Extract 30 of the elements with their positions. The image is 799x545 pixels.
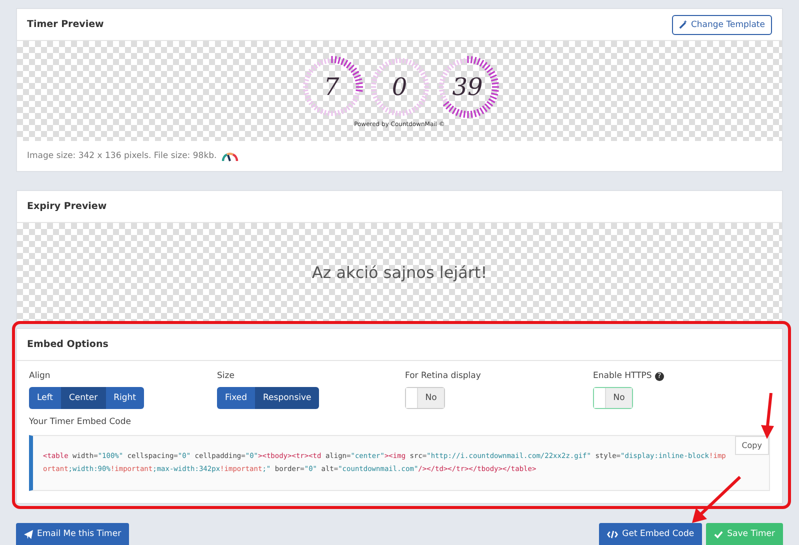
pointer-arrow bbox=[760, 393, 776, 439]
code-icon bbox=[607, 530, 618, 538]
checkmark-icon bbox=[714, 530, 724, 538]
timer-digit: 0 bbox=[392, 72, 408, 100]
pointer-arrow bbox=[690, 475, 742, 525]
card-title: Timer Preview bbox=[27, 19, 104, 30]
option-label: For Retina display bbox=[405, 371, 481, 381]
embed-code-label: Your Timer Embed Code bbox=[29, 417, 132, 427]
timer-digit: 7 bbox=[324, 72, 340, 100]
timer-digit: 39 bbox=[452, 72, 483, 100]
magic-wand-icon bbox=[678, 20, 688, 29]
speedometer-icon bbox=[220, 150, 239, 162]
option-label: Size bbox=[217, 371, 234, 381]
size-option[interactable]: Responsive bbox=[255, 387, 320, 409]
copy-button[interactable]: Copy bbox=[734, 436, 769, 455]
card-title: Embed Options bbox=[27, 339, 108, 350]
expiry-message: Az akció sajnos lejárt! bbox=[312, 262, 488, 282]
image-info-text: Image size: 342 x 136 pixels. File size: 98kb. bbox=[27, 151, 217, 161]
email-button[interactable]: Email Me this Timer bbox=[16, 523, 130, 545]
size-option[interactable]: Fixed bbox=[217, 387, 256, 409]
get-embed-code-button[interactable]: Get Embed Code bbox=[599, 523, 702, 545]
toggle-switch[interactable]: No bbox=[593, 387, 633, 409]
change-template-button[interactable]: Change Template bbox=[672, 14, 772, 34]
paper-plane-icon bbox=[24, 530, 33, 538]
option-label: Align bbox=[29, 371, 50, 381]
card-title: Expiry Preview bbox=[27, 201, 107, 212]
align-option[interactable]: Right bbox=[106, 387, 144, 409]
align-option[interactable]: Left bbox=[29, 387, 61, 409]
align-option[interactable]: Center bbox=[61, 387, 106, 409]
toggle-switch[interactable]: No bbox=[405, 387, 445, 409]
